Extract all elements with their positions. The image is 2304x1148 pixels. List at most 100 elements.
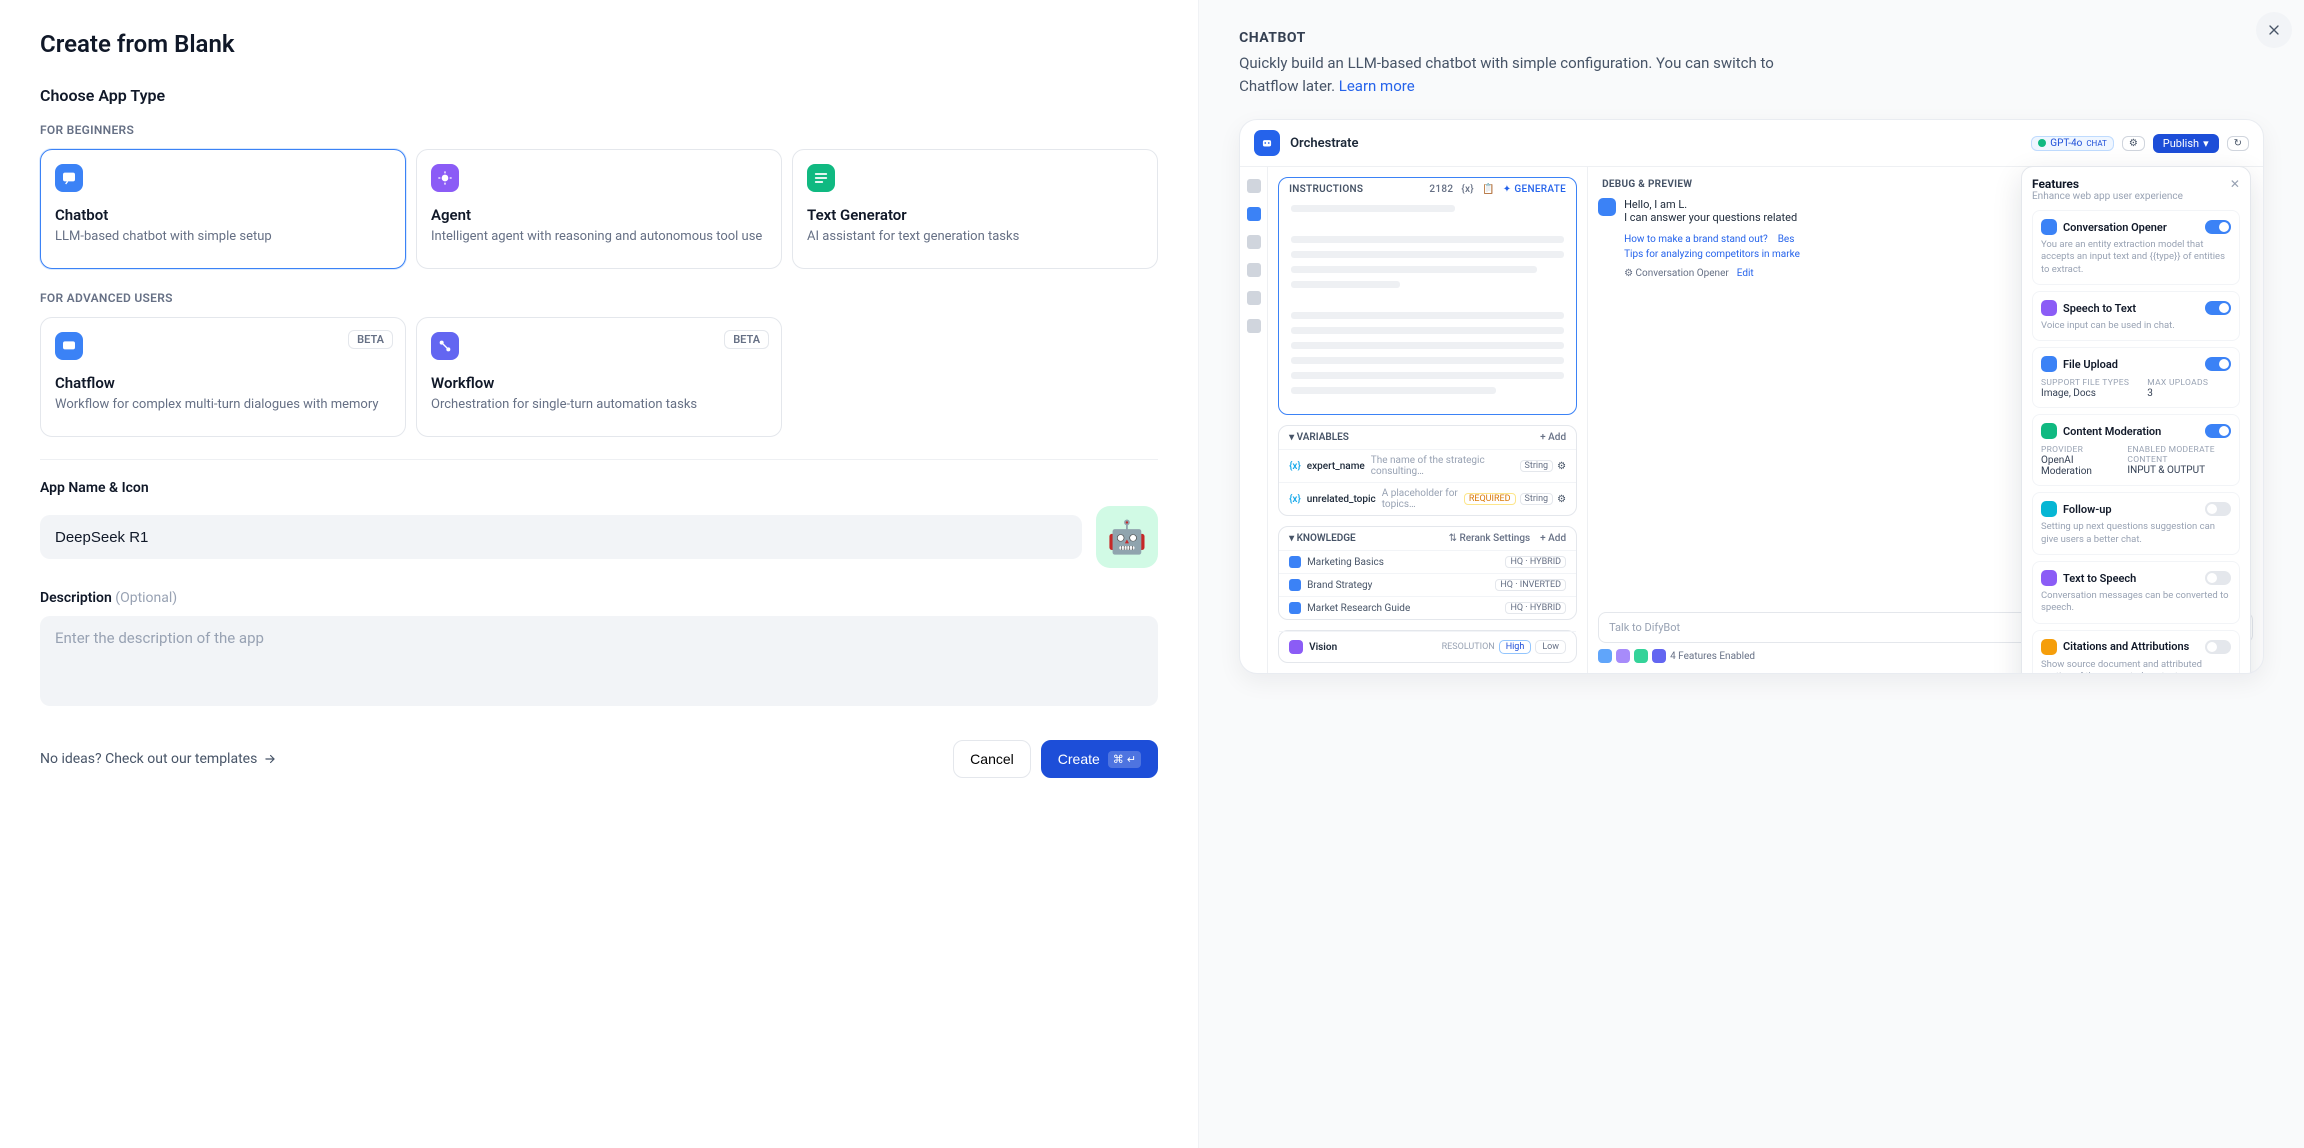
model-selector[interactable]: GPT-4o CHAT bbox=[2031, 136, 2114, 151]
chatbot-icon bbox=[55, 164, 83, 192]
agent-icon bbox=[431, 164, 459, 192]
feature-item-mod[interactable]: Content Moderation PROVIDEROpenAI Modera… bbox=[2032, 414, 2240, 486]
create-button[interactable]: Create ⌘ ↵ bbox=[1041, 740, 1158, 778]
feature-item-follow[interactable]: Follow-up Setting up next questions sugg… bbox=[2032, 492, 2240, 555]
feature-item-tts[interactable]: Text to Speech Conversation messages can… bbox=[2032, 561, 2240, 624]
workflow-icon bbox=[431, 332, 459, 360]
feature-name: File Upload bbox=[2063, 358, 2199, 371]
app-type-chatflow[interactable]: BETA Chatflow Workflow for complex multi… bbox=[40, 317, 406, 437]
knowledge-row[interactable]: Market Research GuideHQ · HYBRID bbox=[1279, 596, 1576, 619]
card-title: Agent bbox=[431, 206, 767, 224]
settings-icon[interactable]: ⚙ bbox=[1557, 461, 1566, 472]
publish-button[interactable]: Publish▾ bbox=[2153, 134, 2219, 153]
feature-toggle[interactable] bbox=[2205, 220, 2231, 234]
card-title: Chatflow bbox=[55, 374, 391, 392]
features-close-icon[interactable]: ✕ bbox=[2230, 177, 2240, 191]
feature-item-conv[interactable]: Conversation Opener You are an entity ex… bbox=[2032, 210, 2240, 285]
card-desc: Orchestration for single-turn automation… bbox=[431, 396, 767, 414]
vision-icon bbox=[1289, 640, 1303, 654]
feature-toggle[interactable] bbox=[2205, 571, 2231, 585]
variable-row[interactable]: {x} unrelated_topic A placeholder for to… bbox=[1279, 482, 1576, 515]
app-type-workflow[interactable]: BETA Workflow Orchestration for single-t… bbox=[416, 317, 782, 437]
beginner-cards: Chatbot LLM-based chatbot with simple se… bbox=[40, 149, 1158, 269]
knowledge-row[interactable]: Marketing BasicsHQ · HYBRID bbox=[1279, 550, 1576, 573]
card-title: Text Generator bbox=[807, 206, 1143, 224]
card-title: Chatbot bbox=[55, 206, 391, 224]
page-title: Create from Blank bbox=[40, 30, 1158, 58]
instructions-panel[interactable]: INSTRUCTIONS 2182 {x} 📋 ✦ GENERATE bbox=[1278, 177, 1577, 415]
app-type-agent[interactable]: Agent Intelligent agent with reasoning a… bbox=[416, 149, 782, 269]
app-name-input[interactable] bbox=[40, 515, 1082, 559]
feature-item-file[interactable]: File Upload SUPPORT FILE TYPESImage, Doc… bbox=[2032, 347, 2240, 408]
card-desc: AI assistant for text generation tasks bbox=[807, 228, 1143, 246]
variables-panel: ▾ VARIABLES + Add {x} expert_name The na… bbox=[1278, 425, 1577, 516]
feature-icon bbox=[2041, 423, 2057, 439]
generate-link[interactable]: ✦ GENERATE bbox=[1503, 184, 1566, 195]
feature-kv-value: OpenAI Moderation bbox=[2041, 455, 2109, 477]
feature-toggle[interactable] bbox=[2205, 357, 2231, 371]
rerank-settings[interactable]: ⇅ Rerank Settings bbox=[1449, 533, 1531, 544]
card-title: Workflow bbox=[431, 374, 767, 392]
nav-icon[interactable] bbox=[1247, 235, 1261, 249]
settings-icon[interactable]: ⚙ bbox=[1557, 494, 1566, 505]
feature-item-cite[interactable]: Citations and Attributions Show source d… bbox=[2032, 630, 2240, 674]
add-variable[interactable]: + Add bbox=[1540, 432, 1566, 443]
feature-name: Text to Speech bbox=[2063, 572, 2199, 585]
feature-desc: Conversation messages can be converted t… bbox=[2041, 590, 2231, 615]
app-name-label: App Name & Icon bbox=[40, 480, 1158, 496]
features-enabled-label: 4 Features Enabled bbox=[1670, 651, 1755, 662]
close-button[interactable] bbox=[2256, 12, 2292, 48]
nav-icon[interactable] bbox=[1247, 263, 1261, 277]
resolution-high[interactable]: High bbox=[1499, 640, 1532, 654]
card-desc: Workflow for complex multi-turn dialogue… bbox=[55, 396, 391, 414]
nav-icon[interactable] bbox=[1247, 207, 1261, 221]
feature-desc: Voice input can be used in chat. bbox=[2041, 320, 2231, 332]
templates-link[interactable]: No ideas? Check out our templates bbox=[40, 751, 277, 767]
feature-toggle[interactable] bbox=[2205, 424, 2231, 438]
variable-row[interactable]: {x} expert_name The name of the strategi… bbox=[1279, 449, 1576, 482]
feature-item-stt[interactable]: Speech to Text Voice input can be used i… bbox=[2032, 291, 2240, 341]
bot-avatar-icon bbox=[1598, 198, 1616, 216]
feature-desc: You are an entity extraction model that … bbox=[2041, 239, 2231, 276]
feature-dot-icon bbox=[1634, 649, 1648, 663]
history-icon[interactable]: ↻ bbox=[2227, 136, 2249, 151]
nav-icon[interactable] bbox=[1247, 291, 1261, 305]
feature-name: Speech to Text bbox=[2063, 302, 2199, 315]
cancel-button[interactable]: Cancel bbox=[953, 740, 1031, 778]
preview-title: CHATBOT bbox=[1239, 30, 2264, 46]
app-icon-picker[interactable]: 🤖 bbox=[1096, 506, 1158, 568]
feature-icon bbox=[2041, 570, 2057, 586]
description-input[interactable] bbox=[40, 616, 1158, 706]
preview-panel: CHATBOT Quickly build an LLM-based chatb… bbox=[1198, 0, 2304, 1148]
feature-kv-key: PROVIDER bbox=[2041, 445, 2109, 455]
feature-kv-value: INPUT & OUTPUT bbox=[2127, 465, 2231, 476]
feature-toggle[interactable] bbox=[2205, 502, 2231, 516]
learn-more-link[interactable]: Learn more bbox=[1339, 77, 1415, 95]
settings-icon[interactable]: ⚙ bbox=[2122, 136, 2145, 151]
card-desc: LLM-based chatbot with simple setup bbox=[55, 228, 391, 246]
preview-mock: Orchestrate GPT-4o CHAT ⚙ Publish▾ ↻ bbox=[1239, 119, 2264, 674]
orchestrate-title: Orchestrate bbox=[1290, 136, 1358, 151]
edit-opener-link[interactable]: Edit bbox=[1737, 268, 1754, 279]
feature-desc: Setting up next questions suggestion can… bbox=[2041, 521, 2231, 546]
add-knowledge[interactable]: + Add bbox=[1540, 533, 1566, 544]
feature-toggle[interactable] bbox=[2205, 640, 2231, 654]
nav-icon[interactable] bbox=[1247, 179, 1261, 193]
app-type-text-generator[interactable]: Text Generator AI assistant for text gen… bbox=[792, 149, 1158, 269]
var-icon[interactable]: {x} bbox=[1461, 184, 1474, 195]
feature-name: Citations and Attributions bbox=[2063, 640, 2199, 653]
feature-name: Conversation Opener bbox=[2063, 221, 2199, 234]
knowledge-row[interactable]: Brand StrategyHQ · INVERTED bbox=[1279, 573, 1576, 596]
choose-app-type-heading: Choose App Type bbox=[40, 86, 1158, 105]
keyboard-shortcut: ⌘ ↵ bbox=[1108, 751, 1141, 768]
nav-icon[interactable] bbox=[1247, 319, 1261, 333]
app-type-chatbot[interactable]: Chatbot LLM-based chatbot with simple se… bbox=[40, 149, 406, 269]
beta-badge: BETA bbox=[348, 330, 393, 349]
clipboard-icon[interactable]: 📋 bbox=[1482, 184, 1495, 195]
feature-kv-value: 3 bbox=[2147, 388, 2208, 399]
feature-toggle[interactable] bbox=[2205, 301, 2231, 315]
feature-icon bbox=[2041, 300, 2057, 316]
features-subtitle: Enhance web app user experience bbox=[2032, 191, 2183, 202]
chatflow-icon bbox=[55, 332, 83, 360]
resolution-low[interactable]: Low bbox=[1535, 640, 1566, 654]
